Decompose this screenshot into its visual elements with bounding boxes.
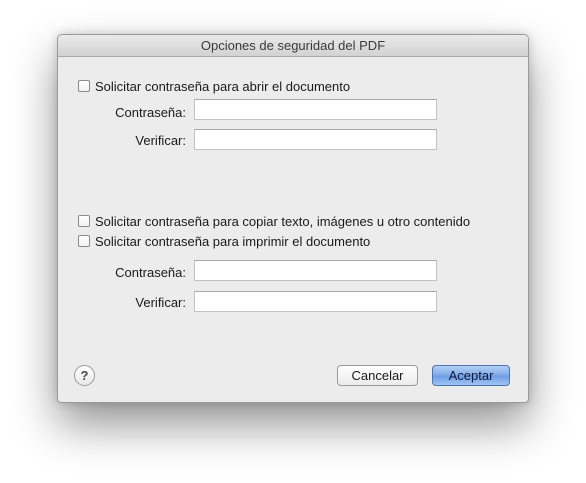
require-copy-password-checkbox[interactable] [78,215,90,227]
require-print-password-checkbox[interactable] [78,235,90,247]
open-password-input[interactable] [194,99,437,120]
help-button[interactable]: ? [74,365,95,386]
screen-background: Opciones de seguridad del PDF Solicitar … [0,0,586,483]
permissions-password-input[interactable] [194,260,437,281]
require-open-password-option[interactable]: Solicitar contraseña para abrir el docum… [78,77,350,95]
require-copy-password-label: Solicitar contraseña para copiar texto, … [95,213,471,229]
permissions-password-label: Contraseña: [115,265,186,280]
require-print-password-option[interactable]: Solicitar contraseña para imprimir el do… [78,232,370,250]
require-copy-password-option[interactable]: Solicitar contraseña para copiar texto, … [78,212,470,230]
open-verify-input[interactable] [194,129,437,150]
open-verify-label: Verificar: [135,133,186,148]
open-password-label: Contraseña: [115,105,186,120]
require-print-password-label: Solicitar contraseña para imprimir el do… [95,233,371,249]
permissions-verify-input[interactable] [194,291,437,312]
pdf-security-options-dialog: Opciones de seguridad del PDF Solicitar … [57,34,529,403]
require-open-password-checkbox[interactable] [78,80,90,92]
permissions-verify-label: Verificar: [135,295,186,310]
accept-button[interactable]: Aceptar [432,365,510,386]
cancel-button[interactable]: Cancelar [337,365,418,386]
dialog-title: Opciones de seguridad del PDF [58,35,528,57]
require-open-password-label: Solicitar contraseña para abrir el docum… [95,78,351,94]
